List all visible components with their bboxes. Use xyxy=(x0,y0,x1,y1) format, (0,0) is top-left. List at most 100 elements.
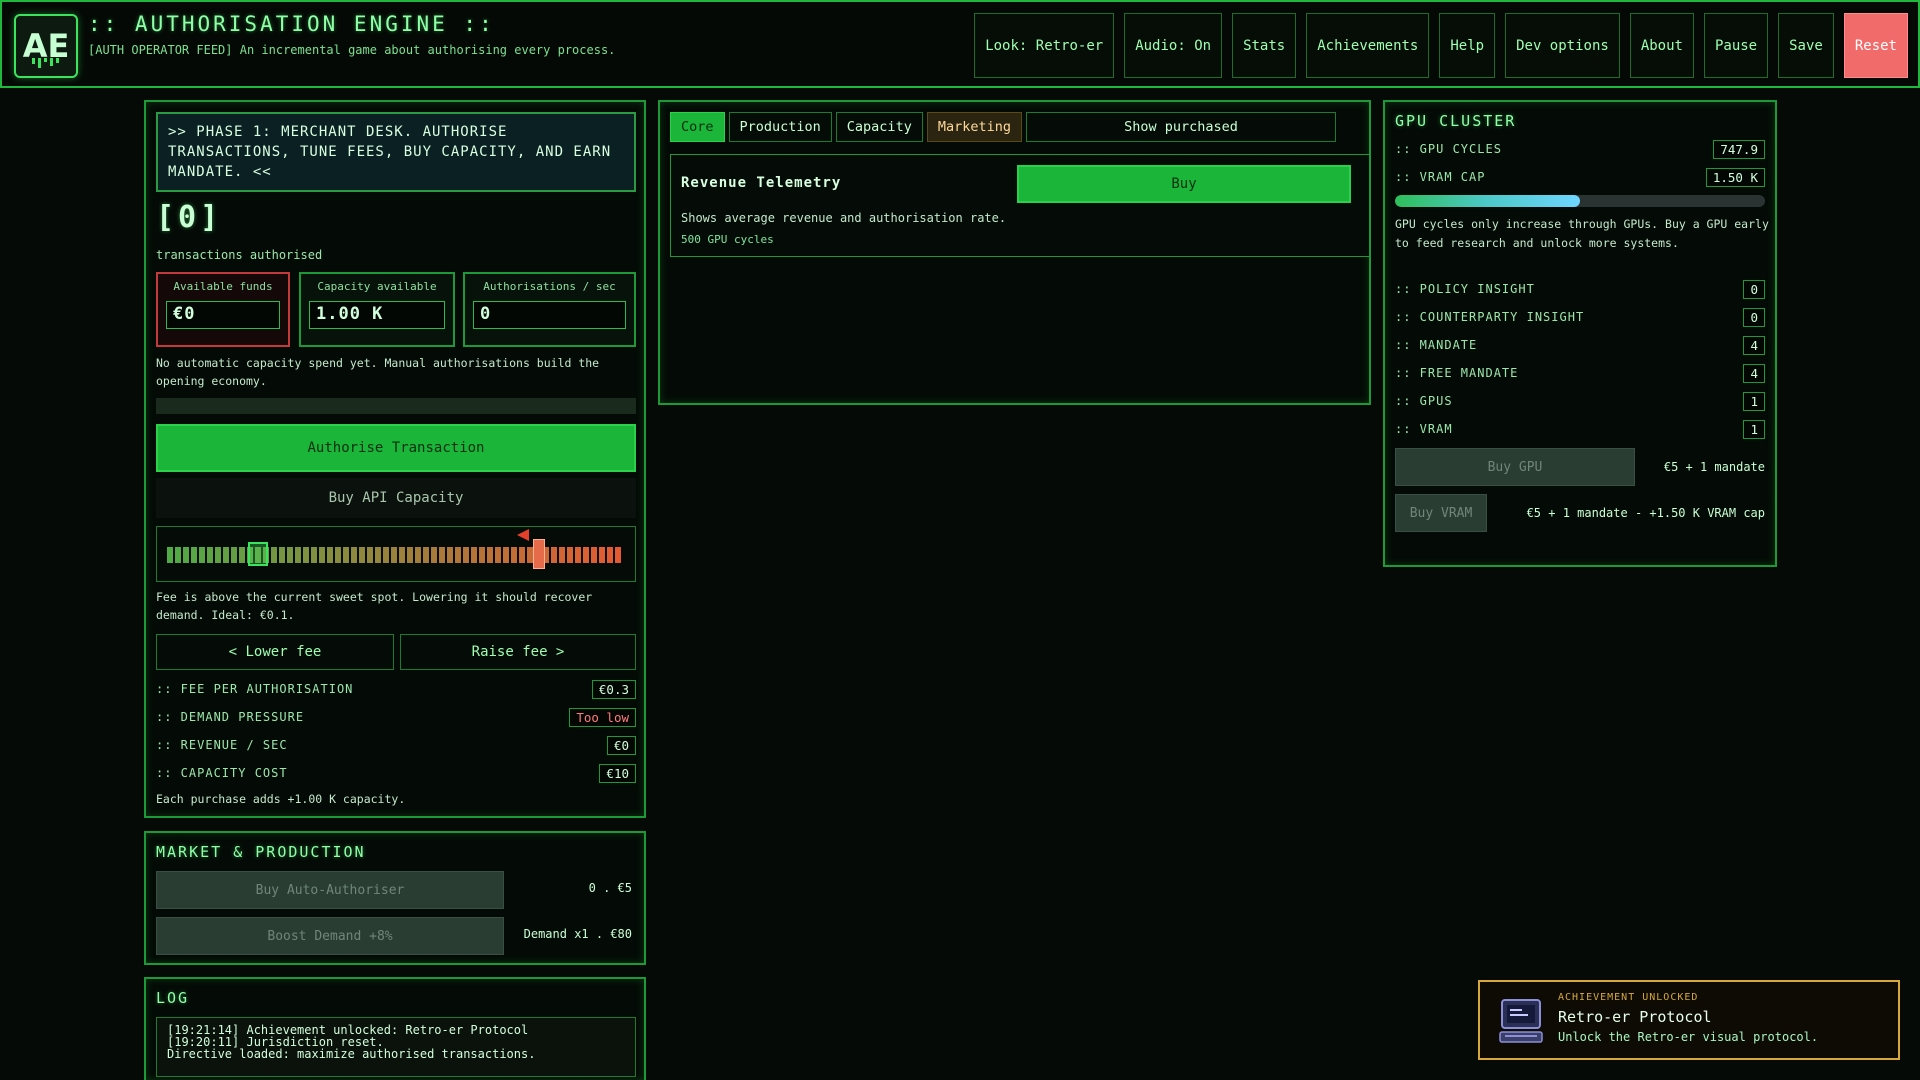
market-panel: MARKET & PRODUCTION Buy Auto-Authoriser … xyxy=(144,831,646,965)
pause-button[interactable]: Pause xyxy=(1703,13,1769,78)
top-bar: AE :: AUTHORISATION ENGINE :: [AUTH OPER… xyxy=(0,0,1920,88)
fee-slider-tick xyxy=(311,547,317,563)
fee-slider-tick xyxy=(167,547,173,563)
fee-slider-track xyxy=(167,547,621,563)
fee-slider-tick xyxy=(319,547,325,563)
fee-slider-tick xyxy=(367,547,373,563)
show-purchased-toggle[interactable]: Show purchased xyxy=(1025,112,1336,142)
log-panel: LOG [19:21:14] Achievement unlocked: Ret… xyxy=(144,977,646,1080)
fee-slider-tick xyxy=(439,547,445,563)
upgrade-buy-button[interactable]: Buy xyxy=(1017,165,1351,203)
fee-slider-tick xyxy=(279,547,285,563)
dev-options-button[interactable]: Dev options xyxy=(1505,13,1620,78)
fee-slider-tick xyxy=(447,547,453,563)
vram-cap-row: :: VRAM CAP 1.50 K xyxy=(1395,167,1765,187)
fee-slider-tick xyxy=(295,547,301,563)
vram-usage-bar xyxy=(1395,195,1765,207)
fee-slider-tick xyxy=(391,547,397,563)
fee-slider-tick xyxy=(487,547,493,563)
fee-slider-tick xyxy=(431,547,437,563)
tab-marketing[interactable]: Marketing xyxy=(926,112,1022,142)
row-label: :: COUNTERPARTY INSIGHT xyxy=(1395,310,1585,324)
revenue-per-sec-row: :: REVENUE / SEC €0 xyxy=(156,734,636,756)
vram-value: 1 xyxy=(1743,419,1765,439)
authorisations-per-sec-value: 0 xyxy=(473,301,626,329)
fee-slider-tick xyxy=(191,547,197,563)
fee-slider-tick xyxy=(583,547,589,563)
authorisations-per-sec-box: Authorisations / sec 0 xyxy=(463,272,636,347)
tab-core[interactable]: Core xyxy=(670,112,725,142)
fee-slider-thumb[interactable] xyxy=(533,539,546,569)
counter-label: transactions authorised xyxy=(156,248,323,262)
fee-slider-tick xyxy=(599,547,605,563)
target-marker-icon xyxy=(517,529,530,541)
fee-note: Fee is above the current sweet spot. Low… xyxy=(156,590,593,622)
fee-slider-tick xyxy=(375,547,381,563)
boost-demand-button[interactable]: Boost Demand +8% xyxy=(156,917,504,955)
toast-heading: ACHIEVEMENT UNLOCKED xyxy=(1558,992,1699,1003)
top-nav: Look: Retro-er Audio: On Stats Achieveme… xyxy=(974,13,1908,78)
tab-capacity[interactable]: Capacity xyxy=(835,112,923,142)
reset-button[interactable]: Reset xyxy=(1843,13,1908,78)
counterparty-insight-row: :: COUNTERPARTY INSIGHT 0 xyxy=(1395,307,1765,327)
transaction-counter: [0] xyxy=(156,200,223,235)
gpus-row: :: GPUS 1 xyxy=(1395,391,1765,411)
counterparty-insight-value: 0 xyxy=(1743,307,1765,327)
fee-slider-tick xyxy=(503,547,509,563)
upgrade-cost: 500 GPU cycles xyxy=(681,233,774,246)
fee-slider-tick xyxy=(479,547,485,563)
buy-vram-button[interactable]: Buy VRAM xyxy=(1395,494,1487,532)
fee-slider-tick xyxy=(415,547,421,563)
gpu-cluster-panel: GPU CLUSTER :: GPU CYCLES 747.9 :: VRAM … xyxy=(1383,100,1777,567)
authorise-transaction-button[interactable]: Authorise Transaction xyxy=(156,424,636,472)
free-mandate-row: :: FREE MANDATE 4 xyxy=(1395,363,1765,383)
fee-slider-tick xyxy=(383,547,389,563)
buy-api-capacity-button[interactable]: Buy API Capacity xyxy=(156,478,636,518)
achievements-button[interactable]: Achievements xyxy=(1306,13,1430,78)
stats-button[interactable]: Stats xyxy=(1232,13,1297,78)
mandate-value: 4 xyxy=(1743,335,1765,355)
about-button[interactable]: About xyxy=(1629,13,1694,78)
fee-slider-tick xyxy=(183,547,189,563)
log-line: Directive loaded: maximize authorised tr… xyxy=(167,1047,536,1061)
fee-slider-tick xyxy=(343,547,349,563)
fee-slider[interactable] xyxy=(156,526,636,582)
gpu-cycles-value: 747.9 xyxy=(1713,139,1765,159)
buy-auto-authoriser-button[interactable]: Buy Auto-Authoriser xyxy=(156,871,504,909)
help-button[interactable]: Help xyxy=(1439,13,1496,78)
logo-bars-icon xyxy=(32,58,59,68)
achievement-toast[interactable]: ACHIEVEMENT UNLOCKED Retro-er Protocol U… xyxy=(1478,980,1900,1060)
mandate-row: :: MANDATE 4 xyxy=(1395,335,1765,355)
row-label: :: VRAM xyxy=(1395,422,1453,436)
raise-fee-button[interactable]: Raise fee > xyxy=(400,634,636,670)
upgrades-panel: Core Production Capacity Marketing Show … xyxy=(658,100,1371,405)
boost-demand-cost: Demand x1 . €80 xyxy=(523,927,632,941)
capacity-progress-bar xyxy=(156,398,636,414)
save-button[interactable]: Save xyxy=(1778,13,1834,78)
fee-per-authorisation-row: :: FEE PER AUTHORISATION €0.3 xyxy=(156,678,636,700)
stat-label: Capacity available xyxy=(317,280,437,293)
audio-toggle-button[interactable]: Audio: On xyxy=(1124,13,1223,78)
fee-slider-tick xyxy=(455,547,461,563)
log-title: LOG xyxy=(156,989,190,1007)
fee-slider-tick xyxy=(407,547,413,563)
capacity-cost-value: €10 xyxy=(599,763,636,783)
fee-slider-tick xyxy=(199,547,205,563)
fee-slider-tick xyxy=(399,547,405,563)
vram-usage-fill xyxy=(1395,195,1580,207)
upgrade-title: Revenue Telemetry xyxy=(681,175,842,191)
vram-row: :: VRAM 1 xyxy=(1395,419,1765,439)
upgrade-description: Shows average revenue and authorisation … xyxy=(681,211,1007,225)
capacity-available-box: Capacity available 1.00 K xyxy=(299,272,455,347)
tab-production[interactable]: Production xyxy=(728,112,832,142)
lower-fee-button[interactable]: < Lower fee xyxy=(156,634,394,670)
buy-gpu-button[interactable]: Buy GPU xyxy=(1395,448,1635,486)
gpu-cycles-row: :: GPU CYCLES 747.9 xyxy=(1395,139,1765,159)
fee-slider-tick xyxy=(615,547,621,563)
gpu-note: GPU cycles only increase through GPUs. B… xyxy=(1395,217,1769,250)
fee-slider-tick xyxy=(335,547,341,563)
fee-slider-tick xyxy=(287,547,293,563)
core-panel: >> PHASE 1: MERCHANT DESK. AUTHORISE TRA… xyxy=(144,100,646,818)
look-toggle-button[interactable]: Look: Retro-er xyxy=(974,13,1115,78)
toast-title: Retro-er Protocol xyxy=(1558,1008,1712,1026)
